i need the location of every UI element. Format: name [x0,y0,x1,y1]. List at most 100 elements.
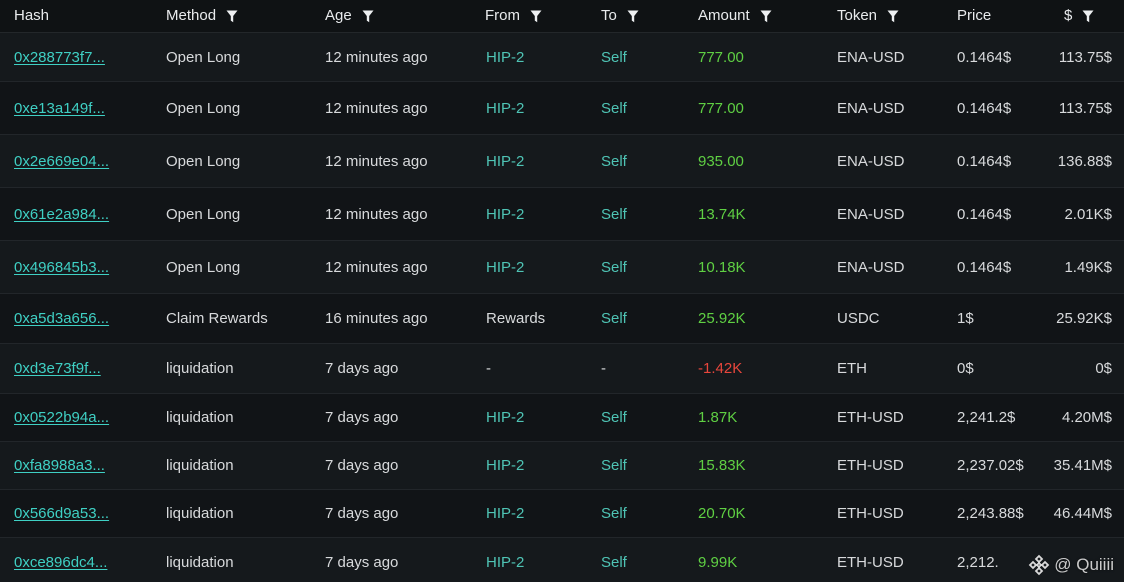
usd-value: 113.75$ [1058,99,1112,117]
cell-from: HIP-2 [486,188,591,240]
method-value: Claim Rewards [166,310,268,327]
to-value[interactable]: Self [601,206,627,223]
table-row[interactable]: 0x0522b94a... liquidation 7 days ago HIP-2 S… [0,394,1124,442]
from-value[interactable]: HIP-2 [486,505,524,522]
tx-hash-link[interactable]: 0xe13a149f... [14,100,105,117]
table-row[interactable]: 0x566d9a53... liquidation 7 days ago HIP-2 S… [0,490,1124,538]
tx-hash-link[interactable]: 0x566d9a53... [14,505,109,522]
cell-hash: 0x496845b3... [14,241,154,293]
from-value[interactable]: HIP-2 [486,206,524,223]
cell-hash: 0xce896dc4... [14,538,154,582]
token-value: ENA-USD [837,152,905,170]
table-row[interactable]: 0xd3e73f9f... liquidation 7 days ago - - -1.4… [0,344,1124,394]
from-value[interactable]: HIP-2 [486,100,524,117]
tx-hash-link[interactable]: 0xce896dc4... [14,554,107,571]
cell-from: - [486,344,591,393]
cell-from: HIP-2 [486,33,591,81]
age-value: 12 minutes ago [325,258,428,276]
cell-amount: -1.42K [698,344,828,393]
to-value[interactable]: Self [601,49,627,66]
to-value[interactable]: Self [601,100,627,117]
cell-from: HIP-2 [486,241,591,293]
cell-amount: 10.18K [698,241,828,293]
column-header-amount: Amount [698,0,772,32]
tx-hash-link[interactable]: 0x0522b94a... [14,409,109,426]
from-value[interactable]: HIP-2 [486,554,524,571]
tx-hash-link[interactable]: 0x2e669e04... [14,153,109,170]
cell-age: 7 days ago [325,442,475,489]
from-value: - [486,360,491,377]
filter-icon[interactable] [887,10,899,23]
cell-to: Self [601,241,691,293]
cell-token: ENA-USD [837,135,952,187]
column-header-label: Hash [14,7,50,24]
tx-hash-link[interactable]: 0xd3e73f9f... [14,360,101,377]
table-row[interactable]: 0x2e669e04... Open Long 12 minutes ago HIP-… [0,135,1124,188]
cell-to: Self [601,33,691,81]
cell-usd: 35.41M$ [1040,442,1112,489]
cell-hash: 0xd3e73f9f... [14,344,154,393]
to-value[interactable]: Self [601,505,627,522]
method-value: Open Long [166,152,241,170]
from-value[interactable]: HIP-2 [486,409,524,426]
method-value: liquidation [166,553,234,571]
table-row[interactable]: 0xce896dc4... liquidation 7 days ago HIP-2 S… [0,538,1124,582]
table-row[interactable]: 0xa5d3a656... Claim Rewards 16 minutes ago… [0,294,1124,344]
tx-hash-link[interactable]: 0x496845b3... [14,259,109,276]
cell-to: Self [601,82,691,134]
from-value[interactable]: HIP-2 [486,153,524,170]
cell-price: 2,237.02$ [957,442,1047,489]
tx-hash-link[interactable]: 0x61e2a984... [14,206,109,223]
to-value[interactable]: Self [601,409,627,426]
usd-value: 2.01K$ [1064,205,1112,223]
cell-hash: 0x566d9a53... [14,490,154,537]
to-value[interactable]: Self [601,554,627,571]
column-header-from: From [485,0,542,32]
method-value: Open Long [166,205,241,223]
price-value: 2,212. [957,553,999,571]
method-value: Open Long [166,258,241,276]
table-row[interactable]: 0x496845b3... Open Long 12 minutes ago HIP-… [0,241,1124,294]
amount-value: 777.00 [698,48,744,66]
to-value[interactable]: Self [601,457,627,474]
table-row[interactable]: 0xe13a149f... Open Long 12 minutes ago HIP-… [0,82,1124,135]
tx-hash-link[interactable]: 0x288773f7... [14,49,105,66]
filter-icon[interactable] [760,10,772,23]
to-value: - [601,360,606,377]
filter-icon[interactable] [627,10,639,23]
to-value[interactable]: Self [601,310,627,327]
cell-age: 7 days ago [325,344,475,393]
cell-amount: 777.00 [698,33,828,81]
tx-hash-link[interactable]: 0xfa8988a3... [14,457,105,474]
table-row[interactable]: 0x288773f7... Open Long 12 minutes ago HIP-… [0,33,1124,82]
from-value[interactable]: HIP-2 [486,457,524,474]
cell-amount: 25.92K [698,294,828,343]
amount-value: 1.87K [698,409,738,426]
price-value: 0.1464$ [957,99,1012,117]
filter-icon[interactable] [226,10,238,23]
amount-value: -1.42K [698,360,743,377]
table-row[interactable]: 0x61e2a984... Open Long 12 minutes ago HIP-… [0,188,1124,241]
cell-token: ETH-USD [837,394,952,441]
cell-age: 12 minutes ago [325,241,475,293]
cell-method: Open Long [166,33,316,81]
from-value[interactable]: HIP-2 [486,259,524,276]
age-value: 12 minutes ago [325,48,428,66]
filter-icon[interactable] [1082,10,1094,23]
column-header-label: From [485,7,520,24]
cell-amount: 20.70K [698,490,828,537]
cell-token: ENA-USD [837,82,952,134]
to-value[interactable]: Self [601,259,627,276]
to-value[interactable]: Self [601,153,627,170]
cell-from: HIP-2 [486,442,591,489]
usd-value: 4.20M$ [1061,409,1112,426]
filter-icon[interactable] [530,10,542,23]
column-header-hash: Hash [14,0,49,32]
table-row[interactable]: 0xfa8988a3... liquidation 7 days ago HIP-2 S… [0,442,1124,490]
cell-method: liquidation [166,490,316,537]
tx-hash-link[interactable]: 0xa5d3a656... [14,310,109,327]
filter-icon[interactable] [362,10,374,23]
amount-value: 15.83K [698,457,746,474]
column-header-method: Method [166,0,238,32]
from-value[interactable]: HIP-2 [486,49,524,66]
